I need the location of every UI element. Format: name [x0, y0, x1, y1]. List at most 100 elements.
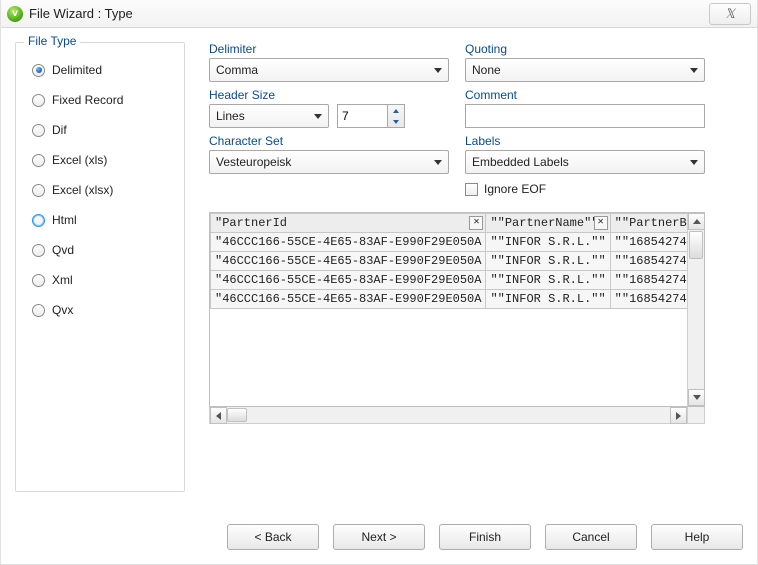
- preview-grid[interactable]: "PartnerId ✕ ""PartnerName"" ✕ ""Partner…: [210, 213, 687, 406]
- column-remove-icon[interactable]: ✕: [594, 216, 608, 230]
- radio-label: Qvx: [52, 303, 73, 317]
- scroll-thumb[interactable]: [689, 231, 703, 259]
- back-button[interactable]: < Back: [227, 524, 319, 550]
- table-cell: ""INFOR S.R.L."": [486, 290, 610, 309]
- file-type-excel-xlsx[interactable]: Excel (xlsx): [32, 183, 174, 197]
- table-cell: "46CCC166-55CE-4E65-83AF-E990F29E050A: [211, 252, 486, 271]
- file-type-xml[interactable]: Xml: [32, 273, 174, 287]
- chevron-down-icon: [434, 68, 442, 73]
- column-header[interactable]: "PartnerId ✕: [211, 214, 486, 233]
- radio-label: Xml: [52, 273, 73, 287]
- checkbox-icon: [465, 183, 478, 196]
- app-icon: v: [7, 6, 23, 22]
- file-type-qvx[interactable]: Qvx: [32, 303, 174, 317]
- radio-icon: [32, 304, 45, 317]
- spinner-up[interactable]: [388, 105, 404, 116]
- next-button[interactable]: Next >: [333, 524, 425, 550]
- table-row[interactable]: "46CCC166-55CE-4E65-83AF-E990F29E050A""I…: [211, 290, 688, 309]
- table-row[interactable]: "46CCC166-55CE-4E65-83AF-E990F29E050A""I…: [211, 233, 688, 252]
- table-cell: ""INFOR S.R.L."": [486, 252, 610, 271]
- preview-area: "PartnerId ✕ ""PartnerName"" ✕ ""Partner…: [209, 212, 705, 424]
- close-button[interactable]: 𝕏: [709, 3, 751, 25]
- scroll-right-icon[interactable]: [670, 407, 687, 424]
- radio-label: Html: [52, 213, 77, 227]
- header-size-unit-select[interactable]: Lines: [209, 104, 329, 128]
- delimiter-label: Delimiter: [209, 42, 449, 56]
- file-type-html[interactable]: Html: [32, 213, 174, 227]
- file-wizard-window: v File Wizard : Type 𝕏 File Type Delimit…: [0, 0, 758, 565]
- delimiter-select[interactable]: Comma: [209, 58, 449, 82]
- scroll-left-icon[interactable]: [210, 407, 227, 424]
- quoting-select[interactable]: None: [465, 58, 705, 82]
- table-cell: ""1685427492"": [610, 233, 687, 252]
- table-row[interactable]: "46CCC166-55CE-4E65-83AF-E990F29E050A""I…: [211, 252, 688, 271]
- comment-label: Comment: [465, 88, 705, 102]
- chevron-down-icon: [434, 160, 442, 165]
- table-cell: "46CCC166-55CE-4E65-83AF-E990F29E050A: [211, 290, 486, 309]
- delimiter-value: Comma: [216, 63, 258, 77]
- header-size-label: Header Size: [209, 88, 449, 102]
- radio-icon: [32, 244, 45, 257]
- table-cell: "46CCC166-55CE-4E65-83AF-E990F29E050A: [211, 271, 486, 290]
- column-header[interactable]: ""PartnerName"" ✕: [486, 214, 610, 233]
- radio-label: Qvd: [52, 243, 74, 257]
- radio-label: Delimited: [52, 63, 102, 77]
- ignore-eof-label: Ignore EOF: [484, 182, 546, 196]
- column-header[interactable]: ""PartnerBillabl: [610, 214, 687, 233]
- comment-input[interactable]: [465, 104, 705, 128]
- chevron-down-icon: [690, 160, 698, 165]
- table-cell: "46CCC166-55CE-4E65-83AF-E990F29E050A: [211, 233, 486, 252]
- chevron-down-icon: [690, 68, 698, 73]
- scroll-up-icon[interactable]: [688, 213, 705, 230]
- finish-button[interactable]: Finish: [439, 524, 531, 550]
- file-type-excel-xls[interactable]: Excel (xls): [32, 153, 174, 167]
- horizontal-scrollbar[interactable]: [209, 407, 705, 424]
- radio-icon: [32, 214, 45, 227]
- file-type-label: File Type: [24, 34, 80, 48]
- radio-icon: [32, 184, 45, 197]
- charset-select[interactable]: Vesteuropeisk: [209, 150, 449, 174]
- scroll-thumb[interactable]: [227, 408, 247, 422]
- vertical-scrollbar[interactable]: [687, 213, 704, 406]
- header-size-unit: Lines: [216, 109, 245, 123]
- chevron-down-icon: [314, 114, 322, 119]
- quoting-value: None: [472, 63, 501, 77]
- radio-icon: [32, 64, 45, 77]
- cancel-button[interactable]: Cancel: [545, 524, 637, 550]
- column-remove-icon[interactable]: ✕: [469, 216, 483, 230]
- table-row[interactable]: "46CCC166-55CE-4E65-83AF-E990F29E050A""I…: [211, 271, 688, 290]
- file-type-group: File Type Delimited Fixed Record Dif Exc…: [15, 42, 185, 492]
- header-size-spinner[interactable]: [337, 104, 405, 128]
- file-type-delimited[interactable]: Delimited: [32, 63, 174, 77]
- table-cell: ""INFOR S.R.L."": [486, 271, 610, 290]
- file-type-qvd[interactable]: Qvd: [32, 243, 174, 257]
- file-type-fixed-record[interactable]: Fixed Record: [32, 93, 174, 107]
- table-cell: ""1685427492"": [610, 252, 687, 271]
- window-title: File Wizard : Type: [29, 6, 133, 21]
- radio-label: Dif: [52, 123, 67, 137]
- labels-label: Labels: [465, 134, 705, 148]
- help-button[interactable]: Help: [651, 524, 743, 550]
- wizard-buttons: < Back Next > Finish Cancel Help: [227, 524, 743, 550]
- radio-icon: [32, 124, 45, 137]
- file-type-dif[interactable]: Dif: [32, 123, 174, 137]
- labels-select[interactable]: Embedded Labels: [465, 150, 705, 174]
- charset-label: Character Set: [209, 134, 449, 148]
- scroll-down-icon[interactable]: [688, 389, 705, 406]
- ignore-eof-checkbox[interactable]: Ignore EOF: [465, 182, 705, 196]
- header-size-input[interactable]: [337, 104, 387, 128]
- radio-icon: [32, 94, 45, 107]
- labels-value: Embedded Labels: [472, 155, 569, 169]
- radio-icon: [32, 274, 45, 287]
- radio-label: Excel (xlsx): [52, 183, 113, 197]
- charset-value: Vesteuropeisk: [216, 155, 291, 169]
- table-cell: ""1685427492"": [610, 271, 687, 290]
- content-area: File Type Delimited Fixed Record Dif Exc…: [1, 28, 757, 498]
- radio-label: Excel (xls): [52, 153, 107, 167]
- titlebar: v File Wizard : Type 𝕏: [1, 0, 757, 28]
- radio-icon: [32, 154, 45, 167]
- radio-label: Fixed Record: [52, 93, 123, 107]
- quoting-label: Quoting: [465, 42, 705, 56]
- table-cell: ""INFOR S.R.L."": [486, 233, 610, 252]
- spinner-down[interactable]: [388, 116, 404, 127]
